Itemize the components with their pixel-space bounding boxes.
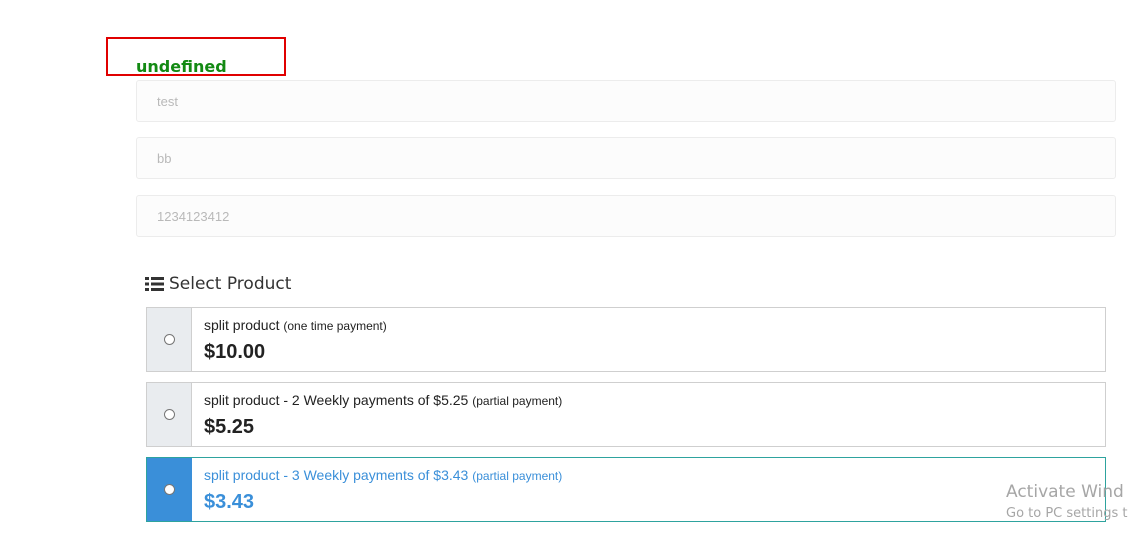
last-name-field[interactable]	[136, 137, 1116, 179]
select-product-heading: Select Product	[145, 273, 291, 295]
product-name: split product - 2 Weekly payments of $5.…	[204, 392, 469, 408]
product-price: $5.25	[204, 416, 255, 438]
status-message: undefined	[136, 57, 227, 76]
radio-button[interactable]	[163, 409, 175, 420]
watermark-subtitle: Go to PC settings t	[1006, 506, 1128, 521]
product-price: $10.00	[204, 341, 266, 363]
product-info: split product (one time payment) $10.00	[192, 308, 387, 371]
product-name: split product - 3 Weekly payments of $3.…	[204, 467, 469, 483]
first-name-field[interactable]	[136, 80, 1116, 122]
product-name-line: split product (one time payment)	[204, 317, 387, 334]
page: undefined Select Product split product (…	[0, 0, 1128, 547]
product-price: $3.43	[204, 491, 255, 513]
activate-windows-watermark: Activate Wind Go to PC settings t	[1006, 481, 1127, 523]
payment-note: (partial payment)	[472, 394, 563, 408]
radio-cell[interactable]	[147, 383, 192, 446]
payment-note: (one time payment)	[283, 319, 387, 333]
product-name-line: split product - 3 Weekly payments of $3.…	[204, 467, 562, 484]
radio-button[interactable]	[163, 484, 175, 495]
payment-note: (partial payment)	[472, 469, 563, 483]
product-name: split product	[204, 317, 280, 333]
radio-cell[interactable]	[147, 458, 192, 521]
watermark-title: Activate Wind	[1006, 482, 1124, 502]
product-info: split product - 2 Weekly payments of $5.…	[192, 383, 562, 446]
phone-field[interactable]	[136, 195, 1116, 237]
product-option-2-weekly[interactable]: split product - 2 Weekly payments of $5.…	[146, 382, 1106, 447]
product-option-3-weekly[interactable]: split product - 3 Weekly payments of $3.…	[146, 457, 1106, 522]
product-info: split product - 3 Weekly payments of $3.…	[192, 458, 562, 521]
list-icon	[145, 277, 164, 291]
radio-button[interactable]	[163, 334, 175, 345]
radio-cell[interactable]	[147, 308, 192, 371]
section-title-label: Select Product	[169, 274, 292, 294]
product-name-line: split product - 2 Weekly payments of $5.…	[204, 392, 562, 409]
product-option-one-time[interactable]: split product (one time payment) $10.00	[146, 307, 1106, 372]
